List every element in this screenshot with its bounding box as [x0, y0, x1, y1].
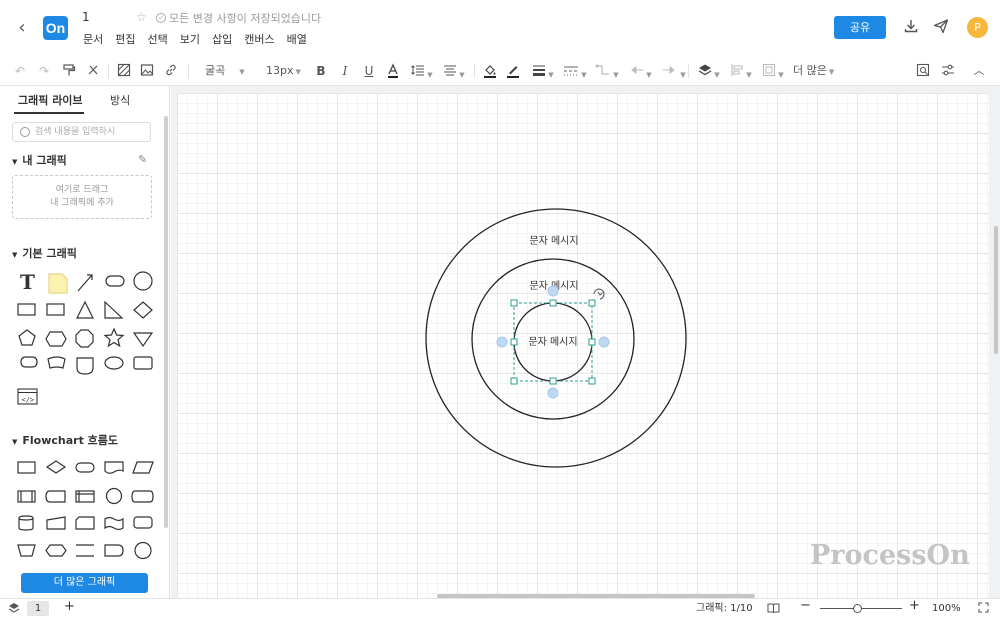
book-view-icon[interactable]: [767, 602, 780, 617]
outer-circle-label[interactable]: 문자 메시지: [529, 235, 578, 247]
resize-handle-se[interactable]: [588, 377, 596, 385]
connection-point-bottom[interactable]: [547, 387, 559, 399]
graphics-count: 그래픽: 1/10: [696, 603, 753, 614]
resize-handle-w[interactable]: [510, 338, 518, 346]
pages-icon[interactable]: [8, 602, 20, 617]
connection-point-right[interactable]: [598, 336, 610, 348]
status-bar: 1 + 그래픽: 1/10 − + 100%: [0, 598, 1000, 617]
app-root: ‹ On 1 ☆ ✓ 모든 변경 사항이 저장되었습니다 문서 편집 선택 보기…: [0, 0, 1000, 617]
zoom-in-icon[interactable]: +: [909, 599, 920, 612]
page-tab-1[interactable]: 1: [27, 601, 49, 616]
fullscreen-icon[interactable]: [978, 602, 989, 617]
connection-point-top[interactable]: [547, 285, 559, 297]
zoom-slider-knob[interactable]: [853, 604, 862, 613]
resize-handle-sw[interactable]: [510, 377, 518, 385]
resize-handle-ne[interactable]: [588, 299, 596, 307]
resize-handle-n[interactable]: [549, 299, 557, 307]
zoom-level[interactable]: 100%: [932, 602, 961, 615]
add-page-icon[interactable]: +: [64, 600, 75, 613]
zoom-out-icon[interactable]: −: [800, 599, 811, 612]
connection-point-left[interactable]: [496, 336, 508, 348]
resize-handle-s[interactable]: [549, 377, 557, 385]
resize-handle-e[interactable]: [588, 338, 596, 346]
vertical-scrollbar[interactable]: [994, 226, 998, 354]
processon-watermark: ProcessOn: [810, 540, 970, 571]
inner-circle-label[interactable]: 문자 메시지: [528, 336, 577, 348]
resize-handle-nw[interactable]: [510, 299, 518, 307]
diagram-layer: 문자 메시지 문자 메시지 문자 메시지: [425, 208, 687, 468]
